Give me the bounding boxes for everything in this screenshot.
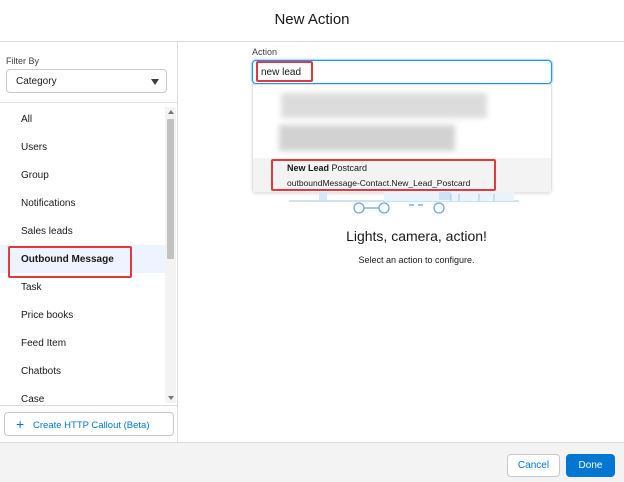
category-list: All Users Group Notifications Sales lead… (0, 105, 165, 405)
empty-state-illustration (289, 192, 519, 214)
action-results-dropdown: New Lead Postcard outboundMessage-Contac… (252, 84, 552, 192)
main-panel: Action New Lead Postcard outboundMessage… (179, 42, 624, 442)
scrollbar-thumb[interactable] (167, 119, 174, 259)
result-new-lead-postcard[interactable]: New Lead Postcard outboundMessage-Contac… (253, 158, 551, 192)
result-title: New Lead Postcard (287, 163, 368, 173)
category-item-group[interactable]: Group (0, 161, 165, 189)
action-field-label: Action (252, 47, 278, 57)
create-http-callout-button[interactable]: + Create HTTP Callout (Beta) (4, 412, 174, 436)
result-api-name: outboundMessage-Contact.New_Lead_Postcar… (287, 178, 471, 188)
create-http-callout-label: Create HTTP Callout (Beta) (33, 420, 150, 431)
redacted-result-1[interactable] (281, 93, 487, 118)
category-item-notifications[interactable]: Notifications (0, 189, 165, 217)
filter-by-label: Filter By (6, 56, 40, 66)
done-button[interactable]: Done (566, 454, 615, 477)
category-scrollbar[interactable] (165, 107, 176, 403)
sidebar-footer-divider (0, 405, 177, 406)
sidebar: Filter By Category All Users Group Notif… (0, 42, 178, 442)
scroll-up-arrow-icon[interactable] (168, 110, 174, 114)
empty-state-subtitle: Select an action to configure. (358, 255, 475, 265)
category-item-feed-item[interactable]: Feed Item (0, 329, 165, 357)
category-item-all[interactable]: All (0, 105, 165, 133)
category-item-chatbots[interactable]: Chatbots (0, 357, 165, 385)
filter-category-select[interactable]: Category (6, 69, 167, 93)
modal-header: New Action (0, 0, 624, 42)
empty-state-title: Lights, camera, action! (346, 228, 487, 244)
category-item-price-books[interactable]: Price books (0, 301, 165, 329)
action-search-input[interactable] (252, 60, 552, 84)
category-item-sales-leads[interactable]: Sales leads (0, 217, 165, 245)
plus-icon: + (16, 416, 25, 432)
cancel-button[interactable]: Cancel (507, 454, 560, 477)
redacted-result-2[interactable] (279, 125, 455, 151)
modal-title: New Action (274, 11, 350, 28)
category-item-users[interactable]: Users (0, 133, 165, 161)
category-item-case[interactable]: Case (0, 385, 165, 405)
sidebar-divider (0, 102, 177, 103)
category-item-outbound-message[interactable]: Outbound Message (0, 245, 165, 273)
modal-footer: Cancel Done (0, 442, 624, 482)
chevron-down-icon (151, 79, 159, 85)
filter-category-value: Category (16, 76, 57, 87)
category-item-task[interactable]: Task (0, 273, 165, 301)
scroll-down-arrow-icon[interactable] (168, 396, 174, 400)
